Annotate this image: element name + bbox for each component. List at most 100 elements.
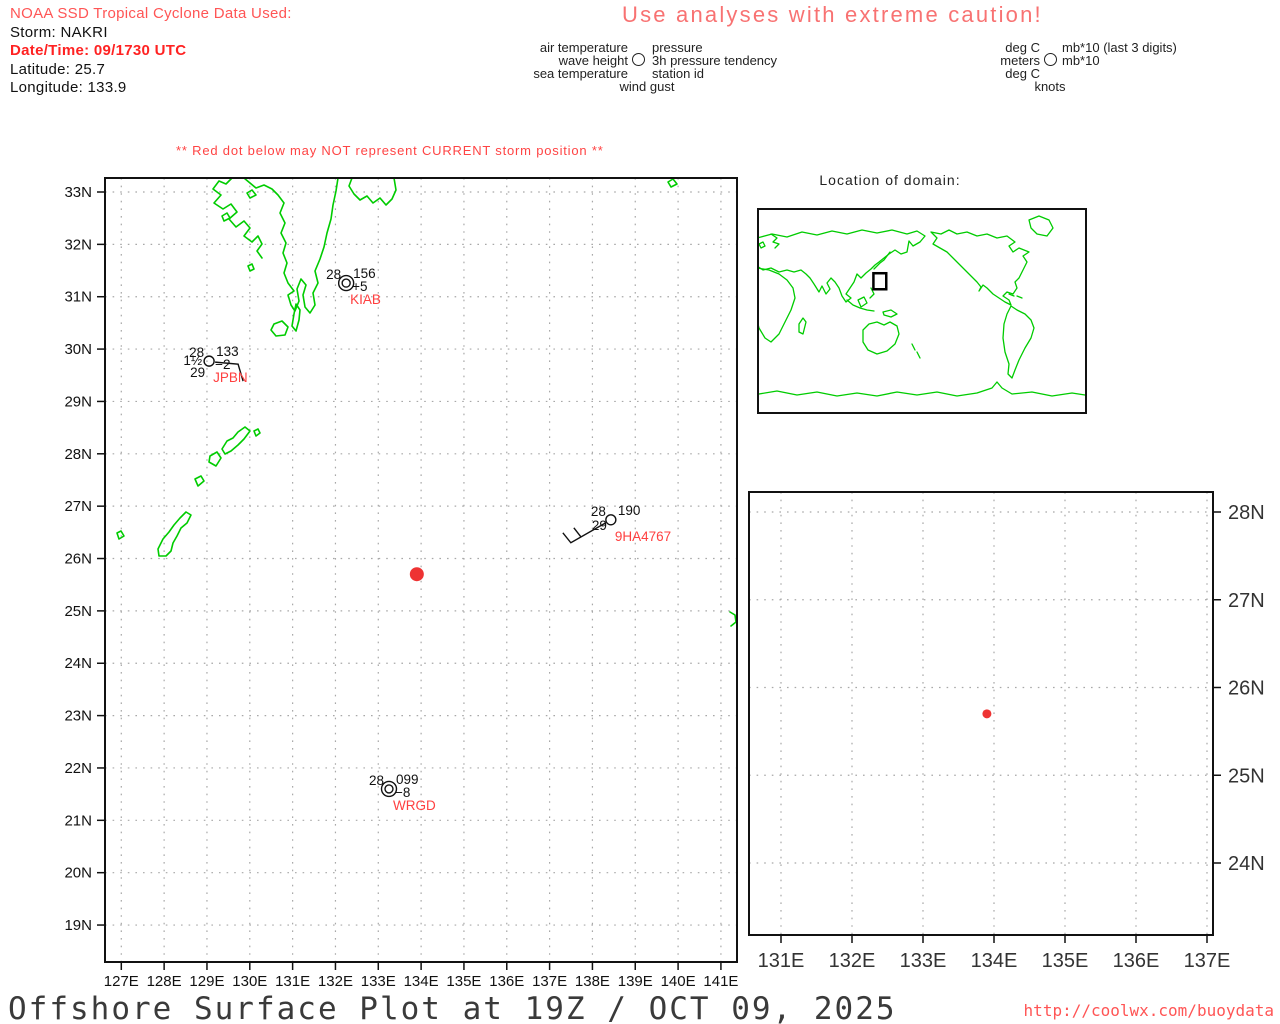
plot-title: Offshore Surface Plot at 19Z / OCT 09, 2… [8, 991, 897, 1024]
coastline [873, 251, 891, 270]
station-circle-icon [1044, 53, 1057, 66]
inset-title: Location of domain: [819, 172, 961, 188]
coastline [758, 381, 1086, 397]
coastline [247, 263, 255, 272]
coastline [882, 309, 898, 318]
lat-tick-label: 26N [1228, 678, 1265, 700]
coastline [208, 451, 222, 467]
latitude-line: Latitude: 25.7 [10, 60, 106, 78]
lat-tick-label: 19N [64, 917, 92, 934]
lon-tick-label: 131E [758, 950, 805, 972]
coastline [1028, 215, 1054, 237]
lat-tick-label: 28N [1228, 502, 1265, 524]
main-map-canvas: 127E 128E 129E 130E 131E 132E 133E 134E 135E 136E… [64, 177, 738, 990]
station-air-temp: 28 [591, 504, 606, 519]
lon-tick-label: 140E [661, 973, 696, 990]
coastline [116, 530, 125, 540]
world-inset-map [757, 208, 1087, 414]
coastline [157, 511, 192, 557]
coastline [253, 428, 261, 437]
lat-tick-label: 29N [64, 393, 92, 410]
storm-info-block: NOAA SSD Tropical Cyclone Data Used: Sto… [10, 5, 292, 98]
lon-tick-label: 136E [1113, 950, 1160, 972]
coastline [270, 320, 289, 337]
lat-tick-label: 32N [64, 236, 92, 253]
zoom-map-axis-labels: 131E 132E 133E 134E 135E 136E 137E 28N 27N 26N 25N… [758, 502, 1265, 972]
coastline [757, 229, 926, 303]
coastline [862, 321, 900, 355]
station-circle-icon [632, 53, 645, 66]
station-plot-WRGD: 28 099−8WRGD [369, 772, 436, 813]
coastline [1002, 305, 1035, 379]
storm-position-note: ** Red dot below may NOT represent CURRE… [176, 143, 604, 158]
zoom-map: 131E 132E 133E 134E 135E 136E 137E 28N 27N 26N 25N… [740, 484, 1280, 996]
lon-tick-label: 128E [147, 973, 182, 990]
coastline [757, 267, 796, 343]
lon-tick-label: 134E [404, 973, 439, 990]
datetime-line: Date/Time: 09/1730 UTC [10, 42, 187, 59]
coastline [243, 177, 339, 314]
unit-deg-c-sea: deg C [1005, 66, 1040, 81]
lon-tick-label: 137E [1184, 950, 1231, 972]
domain-location-box [872, 271, 888, 291]
lon-tick-label: 130E [232, 973, 267, 990]
station-id-label: WRGD [393, 798, 436, 813]
lat-tick-label: 24N [1228, 853, 1265, 875]
lat-tick-label: 20N [64, 865, 92, 882]
lon-tick-label: 135E [446, 973, 481, 990]
lat-tick-label: 30N [64, 341, 92, 358]
coastline [1016, 295, 1023, 299]
main-map-axis-labels: 127E 128E 129E 130E 131E 132E 133E 134E 135E 136E… [64, 184, 738, 990]
station-sea-temp: 29 [592, 518, 607, 533]
coastline [770, 233, 780, 249]
station-id-label: 9HA4767 [615, 529, 671, 544]
station-air-temp: 28 [326, 267, 341, 282]
lon-tick-label: 133E [900, 950, 947, 972]
coastline [194, 475, 205, 487]
lat-tick-label: 22N [64, 760, 92, 777]
coastline [911, 343, 916, 351]
lat-tick-label: 27N [64, 498, 92, 515]
lon-tick-label: 133E [361, 973, 396, 990]
zoom-map-frame [748, 491, 1214, 936]
lat-tick-label: 21N [64, 812, 92, 829]
lon-tick-label: 141E [703, 973, 738, 990]
lon-tick-label: 132E [318, 973, 353, 990]
coastline [667, 178, 678, 188]
lat-tick-label: 28N [64, 446, 92, 463]
coastline [729, 611, 737, 627]
lat-tick-label: 26N [64, 551, 92, 568]
unit-knots: knots [1034, 79, 1066, 94]
coastline [930, 229, 1030, 306]
caution-title: Use analyses with extreme caution! [622, 2, 1043, 27]
zoom-map-canvas: 131E 132E 133E 134E 135E 136E 137E 28N 27N 26N 25N… [748, 491, 1265, 972]
longitude-line: Longitude: 133.9 [10, 79, 127, 96]
coastline [221, 426, 251, 455]
lon-tick-label: 137E [532, 973, 567, 990]
offshore-surface-plot-page: NOAA SSD Tropical Cyclone Data Used: Sto… [0, 0, 1280, 1024]
coastline [857, 296, 868, 308]
lon-tick-label: 136E [489, 973, 524, 990]
legend-sea-temperature: sea temperature [533, 66, 628, 81]
world-map-canvas [757, 208, 1087, 414]
lat-tick-label: 25N [64, 603, 92, 620]
zoom-map-grid [749, 492, 1213, 935]
source-url: http://coolwx.com/buoydata [1023, 1001, 1274, 1020]
storm-dot [409, 567, 424, 582]
coastline [246, 189, 257, 199]
coastline [798, 317, 807, 335]
lon-tick-label: 127E [104, 973, 139, 990]
coastline [916, 351, 921, 359]
world-coastlines [757, 215, 1086, 397]
station-model-legend: air temperature wave height sea temperat… [480, 40, 820, 98]
station-id-label: KIAB [350, 292, 381, 307]
station-id-label: JPBN [213, 370, 248, 385]
lon-tick-label: 138E [575, 973, 610, 990]
lon-tick-label: 129E [189, 973, 224, 990]
lon-tick-label: 132E [829, 950, 876, 972]
lat-tick-label: 31N [64, 289, 92, 306]
station-plot-KIAB: 28 156+5KIAB [326, 266, 381, 307]
lon-tick-label: 131E [275, 973, 310, 990]
main-map: 127E 128E 129E 130E 131E 132E 133E 134E 135E 136E… [40, 170, 750, 1010]
units-legend: deg C meters deg C mb*10 (last 3 digits)… [985, 40, 1245, 98]
